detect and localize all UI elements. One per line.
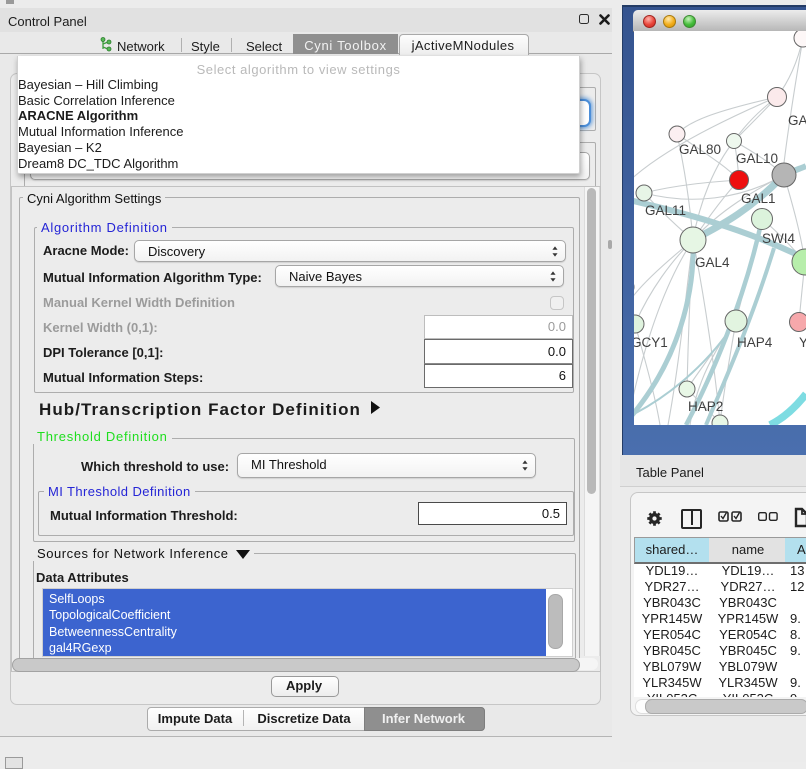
svg-text:GAL2: GAL2	[788, 113, 806, 128]
svg-text:Y: Y	[799, 335, 806, 350]
svg-text:GCY1: GCY1	[634, 335, 668, 350]
svg-text:SWI4: SWI4	[762, 231, 795, 246]
svg-text:HAP2: HAP2	[688, 399, 723, 414]
svg-text:GAL11: GAL11	[645, 203, 686, 218]
svg-text:HAP4: HAP4	[737, 335, 773, 350]
svg-text:GAL4: GAL4	[695, 255, 730, 270]
svg-text:GAL80: GAL80	[679, 142, 721, 157]
svg-text:GAL10: GAL10	[736, 151, 778, 166]
svg-text:GAL1: GAL1	[741, 191, 776, 206]
